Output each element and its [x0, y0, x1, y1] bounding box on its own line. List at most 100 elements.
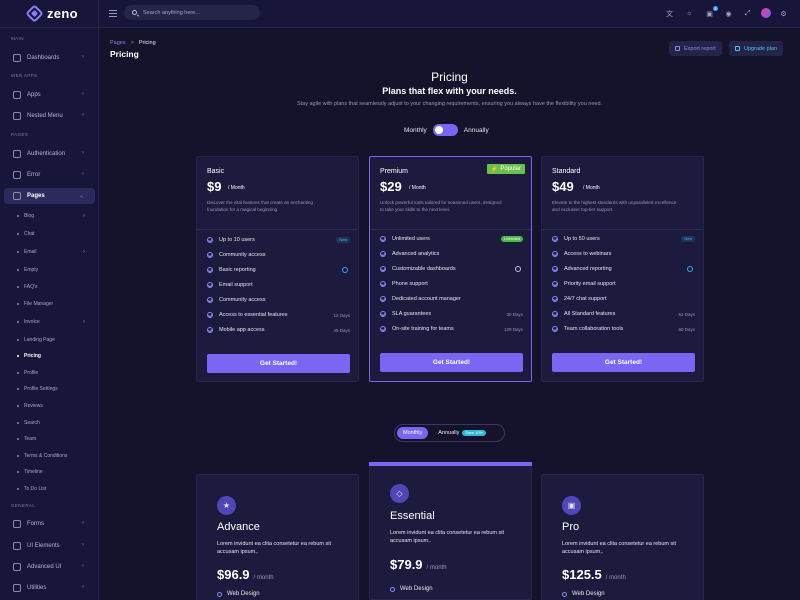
sidebar-subitem-file-manager[interactable]: File Manager [17, 301, 53, 307]
feature-item: On-site training for teams 120 Days [380, 324, 523, 334]
bullet-icon [17, 471, 19, 473]
sidebar-item-label: Authentication [27, 151, 66, 157]
switch-knob [434, 126, 443, 134]
sidebar-subitem-team[interactable]: Team [17, 436, 36, 442]
bell-icon[interactable]: ◉ [724, 9, 733, 18]
sidebar-item-nested-menu[interactable]: Nested Menu › [4, 108, 95, 124]
cart-icon[interactable]: ▣ 5 [705, 6, 718, 18]
chevron-right-icon: › [82, 171, 84, 177]
sidebar-subitem-faqs[interactable]: FAQ's [17, 284, 37, 290]
sidebar-subitem-reviews[interactable]: Reviews [17, 403, 43, 409]
warning-icon [13, 171, 21, 179]
sidebar-item-forms[interactable]: Forms › [4, 516, 95, 532]
info-icon[interactable] [515, 266, 521, 272]
info-icon[interactable] [342, 267, 348, 273]
get-started-button[interactable]: Get Started! [552, 353, 695, 372]
get-started-button[interactable]: Get Started! [207, 354, 350, 373]
avatar[interactable] [761, 8, 771, 18]
export-icon [675, 46, 680, 51]
gear-icon[interactable]: ⚙ [779, 9, 788, 18]
billing-annually-label[interactable]: Annually [464, 127, 489, 134]
sidebar-item-utilities[interactable]: Utilities › [4, 580, 95, 596]
sidebar-item-pages[interactable]: Pages ⌄ [4, 188, 95, 204]
chevron-right-icon: › [82, 563, 84, 569]
info-icon[interactable] [687, 266, 693, 272]
feature-text: Basic reporting [219, 267, 256, 273]
feature-text: Up to 50 users [564, 236, 600, 242]
sun-icon[interactable]: ☼ [685, 9, 694, 18]
logo[interactable]: zeno [0, 0, 98, 28]
feature-text: Up to 10 users [219, 237, 255, 243]
sidebar-subitem-email[interactable]: Email › [17, 249, 85, 255]
sidebar-subitem-landing-page[interactable]: Landing Page [17, 337, 55, 343]
plan-card-standard: Standard $49 / Month Elevate to the high… [541, 156, 704, 382]
sidebar-item-label: Pages [27, 193, 45, 199]
sidebar-item-authentication[interactable]: Authentication › [4, 146, 95, 162]
breadcrumb-root-link[interactable]: Pages [110, 40, 126, 46]
search-input[interactable] [143, 9, 253, 16]
menu-icon[interactable] [109, 10, 117, 17]
feature-text: Community access [219, 252, 266, 258]
subitem-label: Landing Page [24, 337, 55, 343]
sidebar-item-dashboards[interactable]: Dashboards › [4, 50, 95, 66]
check-circle-icon [380, 311, 386, 317]
divider [197, 229, 358, 230]
bullet-icon [17, 251, 19, 253]
feature-item: Advanced analytics [380, 249, 523, 259]
sidebar-item-apps[interactable]: Apps › [4, 87, 95, 103]
search-icon [132, 10, 137, 15]
sidebar-subitem-chat[interactable]: Chat [17, 231, 35, 237]
bullet-icon [17, 286, 19, 288]
grid-icon [13, 91, 21, 99]
export-report-button[interactable]: Export report [669, 41, 722, 56]
sidebar-subitem-profile-settings[interactable]: Profile Settings [17, 386, 58, 392]
chevron-right-icon: › [83, 213, 85, 219]
popular-label: Popular [500, 166, 521, 172]
sidebar-subitem-terms[interactable]: Terms & Conditions [17, 453, 67, 459]
check-circle-icon [380, 281, 386, 287]
layers-icon: ◇ [390, 484, 409, 503]
segment-monthly[interactable]: Monthly [397, 427, 429, 439]
bullet-icon [17, 355, 19, 357]
plan-description: Discover the vital features that create … [207, 200, 313, 212]
sidebar-subitem-pricing[interactable]: Pricing [17, 353, 41, 359]
bullet-icon [17, 422, 19, 424]
bullet-icon [17, 455, 19, 457]
sidebar-item-ui-elements[interactable]: UI Elements › [4, 538, 95, 554]
page-title: Pricing [110, 49, 139, 59]
bullet-icon [17, 438, 19, 440]
check-circle-icon [380, 296, 386, 302]
sidebar-item-error[interactable]: Error › [4, 167, 95, 183]
sidebar-subitem-profile[interactable]: Profile [17, 370, 38, 376]
feature-text: Access to essential features [219, 312, 288, 318]
sidebar-subitem-invoice[interactable]: Invoice › [17, 319, 85, 325]
plan-period: / Month [583, 185, 600, 191]
sidebar-subitem-blog[interactable]: Blog › [17, 213, 85, 219]
save-badge: Save 10% [462, 430, 486, 436]
file-icon [13, 192, 21, 200]
feature-item: Up to 10 users New [207, 235, 350, 245]
billing-switch[interactable] [432, 124, 458, 136]
segment-annually[interactable]: Annually Save 10% [438, 430, 486, 436]
feature-item: Phone support [380, 279, 523, 289]
fullscreen-icon[interactable]: ⤢ [743, 9, 752, 18]
sidebar: zeno MAIN Dashboards › WEB APPS Apps › Nes… [0, 0, 99, 600]
sidebar-item-advanced-ui[interactable]: Advanced UI › [4, 559, 95, 575]
sidebar-subitem-todo[interactable]: To Do List [17, 486, 46, 492]
plan-card-essential: ◇ Essential Lorem invidunt ea clita cons… [369, 462, 532, 600]
breadcrumb-current: Pricing [138, 40, 156, 46]
sidebar-subitem-search[interactable]: Search [17, 420, 40, 426]
star-icon: ★ [217, 496, 236, 515]
sidebar-subitem-empty[interactable]: Empty [17, 267, 38, 273]
upgrade-plan-button[interactable]: Upgrade plan [729, 41, 784, 56]
search-box[interactable] [124, 5, 260, 20]
feature-item: Access to webinars [552, 249, 695, 259]
unlimited-badge: Unlimited [501, 236, 523, 242]
sidebar-subitem-timeline[interactable]: Timeline [17, 469, 43, 475]
sidebar-item-label: Forms [27, 521, 44, 527]
subitem-label: Empty [24, 267, 39, 273]
billing-monthly-label[interactable]: Monthly [404, 127, 427, 134]
translate-icon[interactable]: 文 [665, 9, 674, 18]
feature-item: Customizable dashboards [380, 264, 523, 274]
get-started-button[interactable]: Get Started! [380, 353, 523, 372]
